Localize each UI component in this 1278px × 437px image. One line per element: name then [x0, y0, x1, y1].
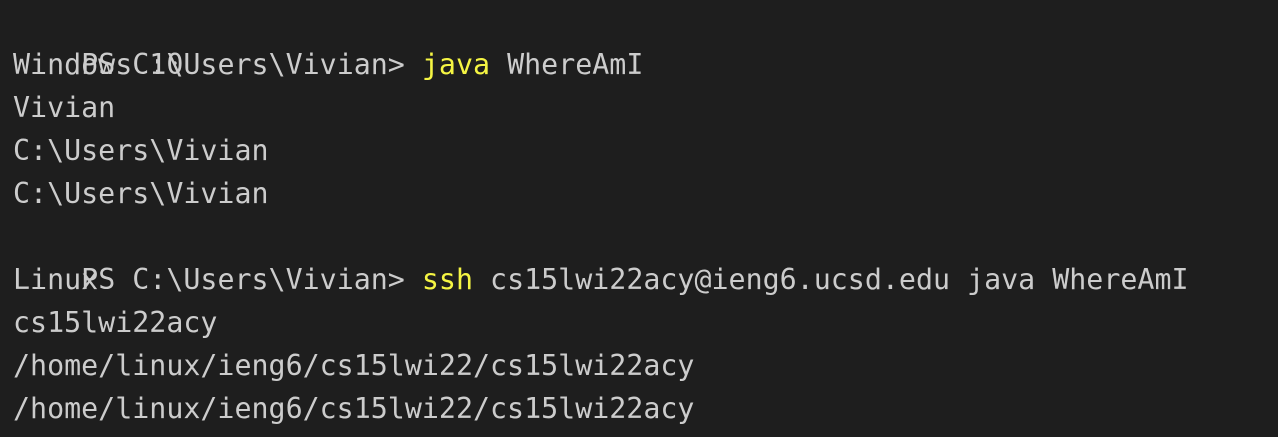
output-line: Vivian: [13, 91, 116, 124]
output-line: /home/linux/ieng6/cs15lwi22/cs15lwi22acy: [13, 392, 695, 425]
command-line: PS C:\Users\Vivian> java WhereAmI: [13, 0, 1278, 81]
terminal-window[interactable]: PS C:\Users\Vivian> java WhereAmI Window…: [0, 0, 1278, 437]
output-line: C:\Users\Vivian: [13, 177, 269, 210]
command-line: PS C:\Users\Vivian> ssh cs15lwi22acy@ien…: [13, 215, 1278, 296]
output-line: cs15lwi22acy: [13, 306, 218, 339]
output-line: Windows 10: [13, 48, 184, 81]
output-line: C:\Users\Vivian: [13, 134, 269, 167]
output-line: /home/linux/ieng6/cs15lwi22/cs15lwi22acy: [13, 349, 695, 382]
output-line: Linux: [13, 263, 99, 296]
